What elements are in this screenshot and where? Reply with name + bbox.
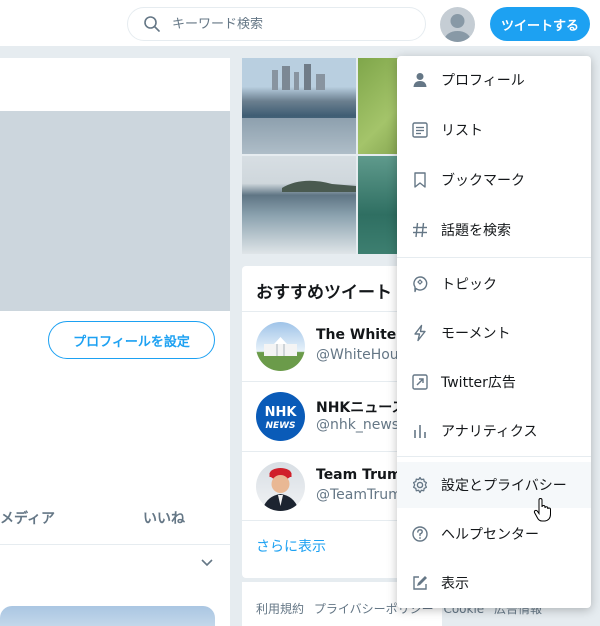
recommended-title: おすすめツイート xyxy=(256,283,392,303)
ads-arrow-icon xyxy=(412,374,428,390)
bookmark-icon xyxy=(414,172,426,188)
account-name[interactable]: NHKニュース xyxy=(316,397,406,417)
top-bar: ツイートする xyxy=(0,0,600,47)
lightning-icon xyxy=(414,324,426,342)
menu-item-help-center[interactable]: ヘルプセンター xyxy=(397,511,591,557)
show-more-link[interactable]: さらに表示 xyxy=(256,536,326,556)
account-handle: @WhiteHou xyxy=(316,347,399,363)
menu-item-label: トピック xyxy=(441,277,497,293)
display-edit-icon xyxy=(413,576,427,590)
menu-item-topics[interactable]: トピック xyxy=(397,261,591,307)
menu-item-label: プロフィール xyxy=(441,73,525,89)
account-handle: @nhk_news xyxy=(316,417,400,433)
menu-item-label: モーメント xyxy=(441,326,511,342)
profile-banner xyxy=(0,111,230,311)
menu-item-moments[interactable]: モーメント xyxy=(397,310,591,356)
search-box[interactable] xyxy=(127,7,426,41)
default-avatar-icon xyxy=(444,14,471,42)
account-avatar[interactable]: NHK NEWS xyxy=(256,392,305,441)
menu-item-profile[interactable]: プロフィール xyxy=(397,57,591,103)
account-handle: @TeamTrum xyxy=(316,487,402,503)
menu-item-settings-privacy[interactable]: 設定とプライバシー xyxy=(397,462,591,508)
hand-cursor-icon xyxy=(533,498,551,522)
person-photo xyxy=(262,468,299,511)
gear-icon xyxy=(412,476,428,494)
menu-item-explore[interactable]: 話題を検索 xyxy=(397,207,591,253)
menu-item-label: 設定とプライバシー xyxy=(441,478,567,494)
tweet-media-preview[interactable] xyxy=(0,606,215,626)
menu-item-display[interactable]: 表示 xyxy=(397,560,591,606)
hashtag-icon xyxy=(413,222,427,238)
menu-item-label: アナリティクス xyxy=(441,424,538,440)
account-avatar[interactable] xyxy=(256,322,305,371)
menu-divider xyxy=(397,257,591,258)
menu-item-label: ブックマーク xyxy=(441,173,525,189)
tab-likes[interactable]: いいね xyxy=(143,508,185,528)
tab-divider xyxy=(0,544,230,545)
nhk-news-logo: NHK NEWS xyxy=(265,405,298,431)
menu-item-label: 表示 xyxy=(441,576,469,592)
setup-profile-button[interactable]: プロフィールを設定 xyxy=(48,321,215,359)
media-tile-city-sea[interactable] xyxy=(242,58,356,154)
white-house-image xyxy=(264,337,297,356)
svg-text:NEWS: NEWS xyxy=(265,421,295,431)
menu-item-twitter-ads[interactable]: Twitter広告 xyxy=(397,359,591,405)
media-tile-beach[interactable] xyxy=(242,156,356,254)
menu-divider xyxy=(397,456,591,457)
search-input[interactable] xyxy=(172,16,392,32)
menu-item-lists[interactable]: リスト xyxy=(397,107,591,153)
list-icon xyxy=(412,122,428,138)
menu-item-label: ヘルプセンター xyxy=(441,527,539,543)
chevron-down-icon[interactable] xyxy=(200,558,214,568)
menu-item-label: リスト xyxy=(441,123,483,139)
profile-column: プロフィールを設定 メディア いいね xyxy=(0,58,230,626)
account-avatar[interactable] xyxy=(256,462,305,511)
account-dropdown-menu: プロフィール リスト ブックマーク 話題を検索 トピック モーメント Twitt… xyxy=(397,56,591,608)
search-icon xyxy=(144,16,160,32)
footer-link-terms[interactable]: 利用規約 xyxy=(256,602,304,616)
tab-media[interactable]: メディア xyxy=(0,508,55,528)
person-icon xyxy=(413,73,427,87)
menu-item-label: Twitter広告 xyxy=(441,375,516,391)
analytics-icon xyxy=(414,425,426,438)
tweet-button[interactable]: ツイートする xyxy=(490,7,590,41)
menu-item-analytics[interactable]: アナリティクス xyxy=(397,408,591,454)
account-avatar[interactable] xyxy=(440,7,475,42)
topic-icon xyxy=(413,276,428,293)
svg-text:NHK: NHK xyxy=(265,405,298,420)
help-icon xyxy=(412,526,428,542)
menu-item-bookmarks[interactable]: ブックマーク xyxy=(397,157,591,203)
menu-item-label: 話題を検索 xyxy=(441,223,511,239)
